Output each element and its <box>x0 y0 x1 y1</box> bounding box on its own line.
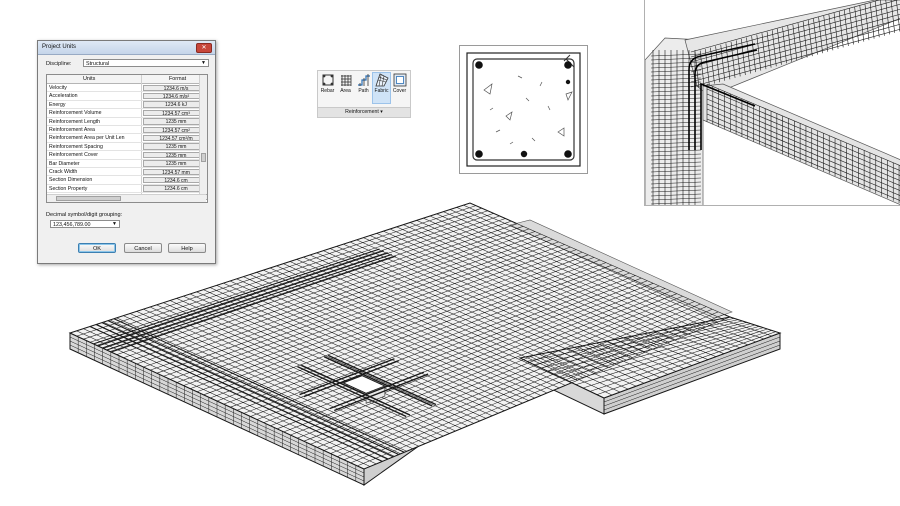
slab-reinforcement-3d-view <box>68 202 782 486</box>
